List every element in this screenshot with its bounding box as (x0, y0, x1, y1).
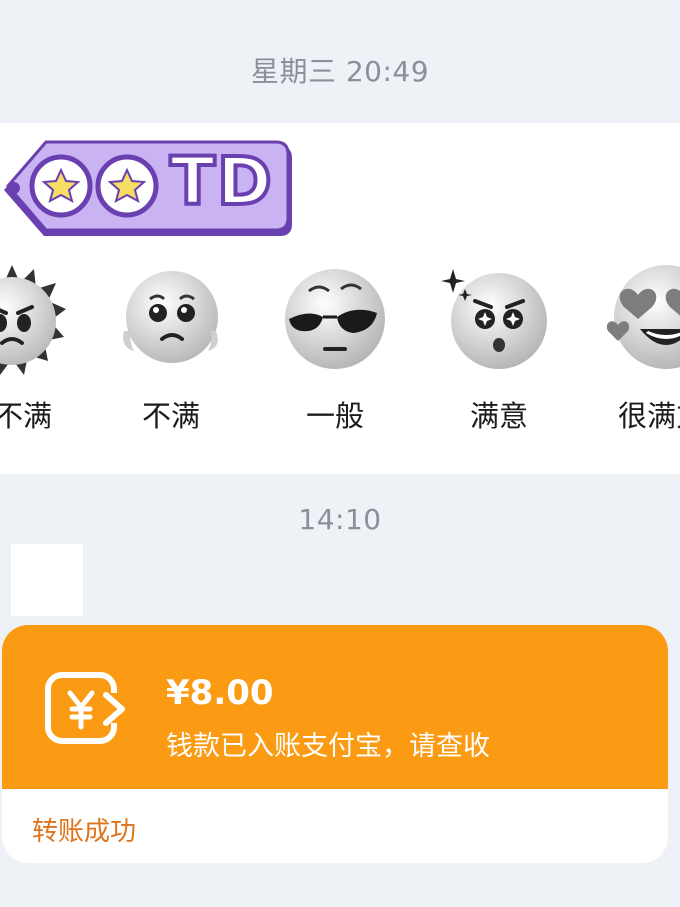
angry-face-icon (0, 265, 66, 375)
transfer-description: 钱款已入账支付宝，请查收 (166, 731, 490, 762)
rating-option-label: 不满 (0, 399, 53, 433)
transfer-amount: ¥8.00 (166, 673, 274, 713)
transfer-yuan-icon (45, 672, 125, 744)
rating-option-label: 很满方 (618, 399, 680, 433)
timestamp: 星期三 20:49 (250, 55, 430, 88)
rating-card: TD 不满 不满 一般 满意 很满 (0, 123, 680, 474)
sunglasses-face-icon (285, 269, 385, 369)
sparkle-eyes-face-icon (441, 269, 547, 369)
rating-option-satisfied[interactable] (441, 261, 553, 381)
transfer-message-card[interactable]: ¥8.00 钱款已入账支付宝，请查收 转账成功 (2, 625, 668, 863)
timestamp: 14:10 (298, 503, 382, 536)
heart-eyes-face-icon (606, 265, 680, 369)
ootd-tag-label: TD (168, 141, 274, 222)
rating-option-unsatisfied[interactable] (114, 261, 226, 381)
avatar[interactable] (11, 544, 83, 616)
rating-option-very-unsatisfied[interactable] (0, 261, 68, 381)
rating-option-label: 满意 (470, 399, 529, 433)
rating-option-neutral[interactable] (279, 261, 391, 381)
transfer-status: 转账成功 (32, 817, 137, 847)
rating-option-very-satisfied[interactable] (604, 261, 680, 381)
crying-face-icon (123, 271, 218, 363)
rating-option-label: 一般 (306, 399, 365, 433)
transfer-card-header: ¥8.00 钱款已入账支付宝，请查收 (2, 625, 668, 789)
rating-option-label: 不满 (142, 399, 201, 433)
